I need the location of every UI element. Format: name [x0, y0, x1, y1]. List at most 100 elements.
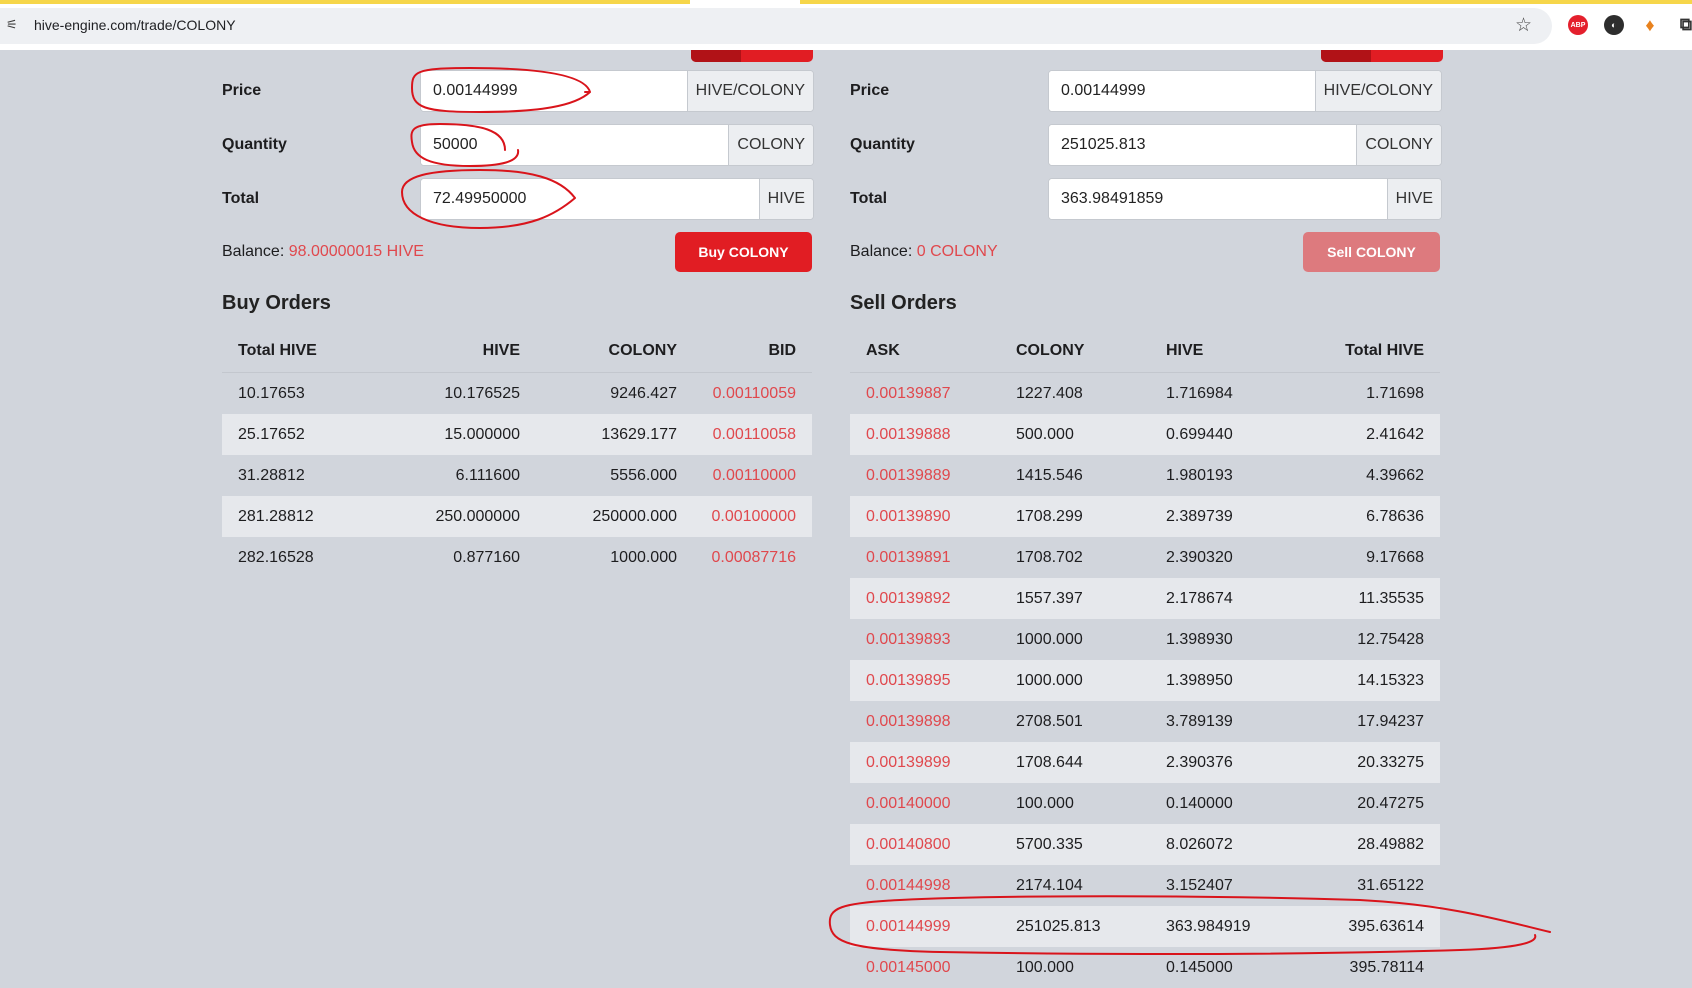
sell-total-unit: HIVE: [1386, 179, 1441, 219]
puzzle-extensions-icon[interactable]: ⧉: [1676, 15, 1692, 35]
sell_orders-cell-1: 1708.702: [1016, 548, 1083, 566]
sell-price-group: HIVE/COLONY: [1048, 70, 1442, 112]
sell_orders-cell-0[interactable]: 0.00139890: [850, 496, 1000, 537]
buy-price-input[interactable]: [421, 71, 687, 111]
table-row[interactable]: 0.00139892 1557.397 2.178674 11.35535: [850, 578, 1440, 619]
buy_orders-cell-3[interactable]: 0.00110000: [693, 455, 812, 496]
table-row[interactable]: 0.00144999 251025.813 363.984919 395.63614: [850, 906, 1440, 947]
extension-icon[interactable]: ◐: [1604, 15, 1624, 35]
buy-colony-button[interactable]: Buy COLONY: [675, 232, 812, 272]
sell-colony-button[interactable]: Sell COLONY: [1303, 232, 1440, 272]
sell_orders-cell-3: 4.39662: [1366, 466, 1424, 484]
sell_orders-cell-0[interactable]: 0.00139887: [850, 373, 1000, 415]
sell_orders-cell-2: 2.389739: [1150, 496, 1300, 537]
table-row[interactable]: 0.00140000 100.000 0.140000 20.47275: [850, 783, 1440, 824]
sell_orders-cell-0[interactable]: 0.00144999: [850, 906, 1000, 947]
sell_orders-cell-0[interactable]: 0.00139891: [850, 537, 1000, 578]
metamask-fox-icon[interactable]: ♦: [1640, 15, 1660, 35]
col-total-hive[interactable]: Total HIVE: [222, 330, 379, 373]
abp-icon[interactable]: ABP: [1568, 15, 1588, 35]
sell-price-input[interactable]: [1049, 71, 1315, 111]
buy_orders-cell-1: 6.111600: [455, 466, 520, 484]
table-row[interactable]: 0.00139891 1708.702 2.390320 9.17668: [850, 537, 1440, 578]
table-row[interactable]: 0.00145000 100.000 0.145000 395.78114: [850, 947, 1440, 988]
tab-strip-highlight: [800, 0, 1692, 4]
table-row[interactable]: 0.00139890 1708.299 2.389739 6.78636: [850, 496, 1440, 537]
buy_orders-cell-3[interactable]: 0.00100000: [693, 496, 812, 537]
buy_orders-cell-3[interactable]: 0.00110059: [693, 373, 812, 415]
sell-tab-button[interactable]: [1321, 50, 1443, 62]
table-row[interactable]: 0.00140800 5700.335 8.026072 28.49882: [850, 824, 1440, 865]
buy_orders-cell-1: 250.000000: [379, 496, 536, 537]
address-bar[interactable]: ⚟ hive-engine.com/trade/COLONY ☆: [0, 8, 1552, 44]
sell_orders-cell-0[interactable]: 0.00139889: [850, 455, 1000, 496]
buy_orders-cell-3[interactable]: 0.00110058: [693, 414, 812, 455]
sell_orders-cell-2: 1.398930: [1166, 630, 1233, 648]
sell_orders-cell-0[interactable]: 0.00144998: [850, 865, 1000, 906]
buy-quantity-unit: COLONY: [728, 125, 813, 165]
buy_orders-cell-0: 282.16528: [238, 548, 314, 566]
buy-quantity-input[interactable]: [421, 125, 729, 165]
buy-tab-button[interactable]: [691, 50, 813, 62]
table-row[interactable]: 0.00139888 500.000 0.699440 2.41642: [850, 414, 1440, 455]
table-row[interactable]: 0.00139893 1000.000 1.398930 12.75428: [850, 619, 1440, 660]
sell_orders-cell-0[interactable]: 0.00139888: [850, 414, 1000, 455]
table-row[interactable]: 0.00139889 1415.546 1.980193 4.39662: [850, 455, 1440, 496]
sell_orders-cell-1: 1227.408: [1016, 384, 1083, 402]
sell_orders-cell-2: 2.178674: [1150, 578, 1300, 619]
col-hive[interactable]: HIVE: [379, 330, 536, 373]
url-text[interactable]: hive-engine.com/trade/COLONY: [34, 17, 236, 33]
sell_orders-cell-0[interactable]: 0.00139893: [850, 619, 1000, 660]
sell_orders-cell-1: 251025.813: [1000, 906, 1150, 947]
sell-total-input[interactable]: [1049, 179, 1387, 219]
buy-orders-title: Buy Orders: [222, 292, 331, 314]
sell_orders-cell-2: 1.716984: [1166, 384, 1233, 402]
table-row[interactable]: 10.17653 10.176525 9246.427 0.00110059: [222, 373, 812, 415]
bookmark-star-icon[interactable]: ☆: [1515, 14, 1532, 37]
sell_orders-cell-3: 28.49882: [1300, 824, 1440, 865]
buy_orders-cell-3[interactable]: 0.00087716: [693, 537, 812, 578]
buy-total-input[interactable]: [421, 179, 759, 219]
buy-price-group: HIVE/COLONY: [420, 70, 814, 112]
sell_orders-cell-1: 1708.644: [1000, 742, 1150, 783]
sell-price-unit: HIVE/COLONY: [1314, 71, 1441, 111]
sell-orders-title: Sell Orders: [850, 292, 957, 314]
sell-balance: Balance: 0 COLONY: [850, 243, 998, 261]
buy-quantity-group: COLONY: [420, 124, 814, 166]
table-row[interactable]: 0.00139895 1000.000 1.398950 14.15323: [850, 660, 1440, 701]
sell-balance-value[interactable]: 0 COLONY: [917, 243, 998, 260]
col-colony[interactable]: COLONY: [536, 330, 693, 373]
sell-quantity-unit: COLONY: [1356, 125, 1441, 165]
col-ask[interactable]: ASK: [850, 330, 1000, 373]
table-row[interactable]: 0.00144998 2174.104 3.152407 31.65122: [850, 865, 1440, 906]
table-row[interactable]: 0.00139898 2708.501 3.789139 17.94237: [850, 701, 1440, 742]
sell_orders-cell-0[interactable]: 0.00139899: [850, 742, 1000, 783]
sell_orders-cell-0[interactable]: 0.00139895: [850, 660, 1000, 701]
sell-quantity-input[interactable]: [1049, 125, 1357, 165]
sell_orders-cell-0[interactable]: 0.00140000: [850, 783, 1000, 824]
buy_orders-cell-2: 1000.000: [610, 548, 677, 566]
sell_orders-cell-3: 12.75428: [1357, 630, 1424, 648]
sell_orders-cell-0[interactable]: 0.00140800: [850, 824, 1000, 865]
site-settings-icon[interactable]: ⚟: [6, 17, 24, 35]
table-row[interactable]: 25.17652 15.000000 13629.177 0.00110058: [222, 414, 812, 455]
sell-quantity-label: Quantity: [850, 136, 915, 153]
table-row[interactable]: 281.28812 250.000000 250000.000 0.00100000: [222, 496, 812, 537]
sell_orders-cell-3: 20.33275: [1300, 742, 1440, 783]
sell_orders-cell-2: 2.390376: [1150, 742, 1300, 783]
table-row[interactable]: 0.00139887 1227.408 1.716984 1.71698: [850, 373, 1440, 415]
col-hive[interactable]: HIVE: [1150, 330, 1300, 373]
table-row[interactable]: 282.16528 0.877160 1000.000 0.00087716: [222, 537, 812, 578]
buy-balance-value[interactable]: 98.00000015 HIVE: [289, 243, 424, 260]
sell_orders-cell-3: 11.35535: [1300, 578, 1440, 619]
sell_orders-cell-0[interactable]: 0.00145000: [850, 947, 1000, 988]
sell_orders-cell-0[interactable]: 0.00139898: [850, 701, 1000, 742]
col-total-hive[interactable]: Total HIVE: [1300, 330, 1440, 373]
table-row[interactable]: 31.28812 6.111600 5556.000 0.00110000: [222, 455, 812, 496]
sell_orders-cell-3: 395.78114: [1349, 958, 1424, 976]
sell_orders-cell-0[interactable]: 0.00139892: [850, 578, 1000, 619]
table-row[interactable]: 0.00139899 1708.644 2.390376 20.33275: [850, 742, 1440, 783]
col-bid[interactable]: BID: [693, 330, 812, 373]
col-colony[interactable]: COLONY: [1000, 330, 1150, 373]
sell_orders-cell-3: 6.78636: [1300, 496, 1440, 537]
